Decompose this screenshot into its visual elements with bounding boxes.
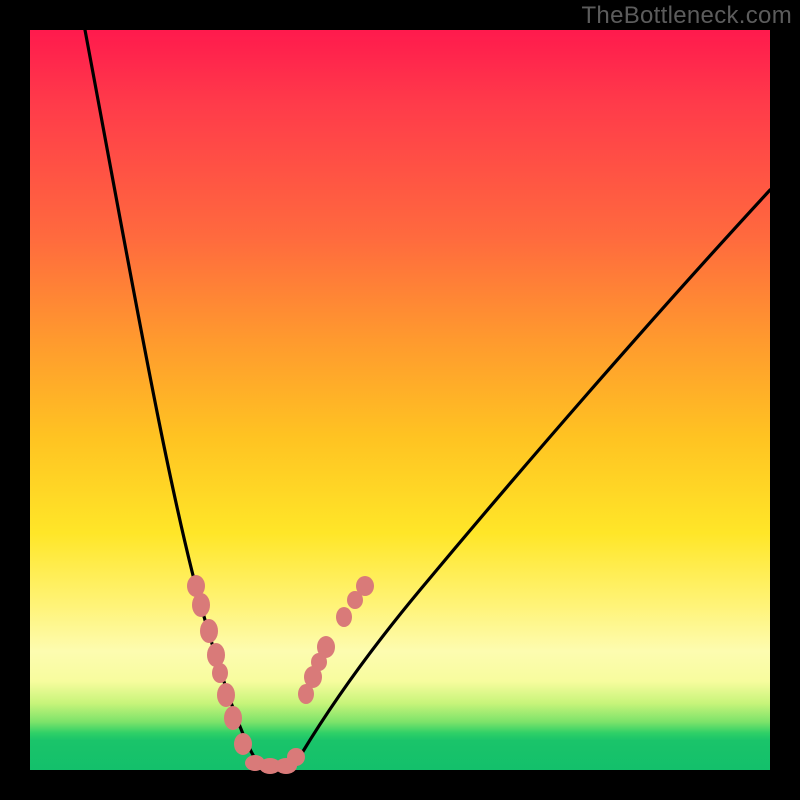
chart-frame: TheBottleneck.com [0,0,800,800]
markers-bottom [245,748,305,774]
data-marker [336,607,352,627]
data-marker [217,683,235,707]
data-marker [234,733,252,755]
data-marker [287,748,305,766]
watermark-text: TheBottleneck.com [581,2,792,30]
gradient-plot-area [30,30,770,770]
data-marker [347,591,363,609]
data-marker [212,663,228,683]
data-marker [192,593,210,617]
data-marker [224,706,242,730]
data-marker [200,619,218,643]
data-marker [207,643,225,667]
right-curve [284,190,770,768]
markers-right [298,576,374,704]
curve-layer [30,30,770,770]
left-curve [85,30,268,768]
data-marker [298,684,314,704]
